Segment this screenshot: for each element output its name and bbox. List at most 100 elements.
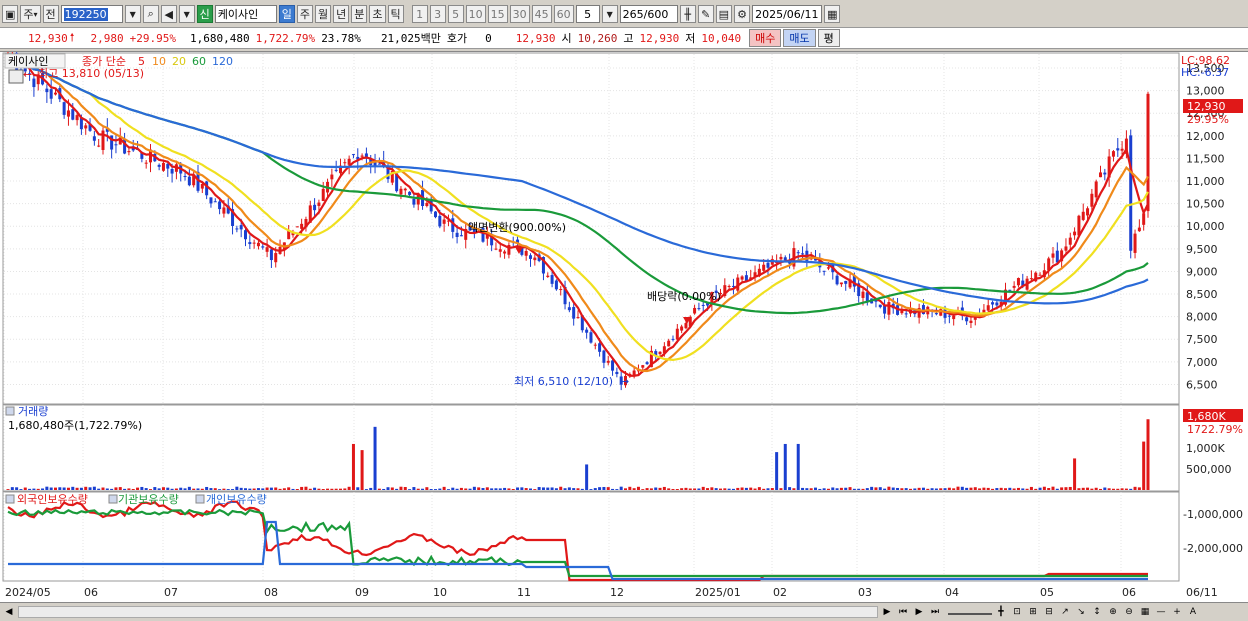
interval-45[interactable]: 45 [531, 5, 552, 23]
tab-month[interactable]: 월 [315, 5, 332, 23]
volume-bar [559, 486, 563, 490]
shin-button[interactable]: 신 [196, 5, 213, 23]
volume-bar [563, 488, 567, 490]
volume-bar [779, 488, 783, 490]
volume-bar [88, 487, 92, 490]
zoom-handle-icon[interactable]: ╋ [994, 605, 1008, 619]
interval-dropdown-icon[interactable]: ▼ [601, 5, 618, 23]
interval-15[interactable]: 15 [487, 5, 508, 23]
x-tick-label: 06 [1122, 586, 1136, 599]
tool-icon-9[interactable]: ▦ [1138, 605, 1152, 619]
buy-button[interactable]: 매수 [749, 29, 782, 47]
text-icon[interactable]: A [1186, 605, 1200, 619]
scroll-right-icon[interactable]: ▶ [880, 605, 894, 619]
date-field[interactable]: 2025/06/11 [752, 5, 823, 23]
tool-icon-8[interactable]: ⊖ [1122, 605, 1136, 619]
tab-tick[interactable]: 틱 [387, 5, 404, 23]
period-select[interactable]: 주 ▾ [20, 5, 41, 23]
candle-icon[interactable]: ╫ [679, 5, 696, 23]
layout-icon[interactable]: ▣ [2, 5, 19, 23]
interval-30[interactable]: 30 [509, 5, 530, 23]
up-arrow-icon: 🠕 [69, 30, 75, 44]
volume-bar [606, 487, 610, 490]
speaker-dropdown-icon[interactable]: ▼ [178, 5, 195, 23]
price-tick-label: 7,500 [1186, 333, 1218, 346]
draw-icon[interactable]: ✎ [697, 5, 714, 23]
interval-input[interactable]: 5 [575, 5, 600, 23]
tool-icon-3[interactable]: ⊟ [1042, 605, 1056, 619]
gear-icon[interactable]: ⚙ [734, 5, 751, 23]
volume-bar [321, 489, 325, 490]
interval-1[interactable]: 1 [411, 5, 428, 23]
volume-bar [261, 488, 265, 490]
chart-area[interactable]: 13,500 13,000 12,500 12,000 11,500 11,000 10,5… [0, 51, 1248, 602]
zoom-out-icon[interactable]: — [1154, 605, 1168, 619]
eval-button[interactable]: 평 [817, 29, 840, 47]
volume-bar [136, 487, 140, 490]
stock-name-field[interactable]: 케이사인 [214, 5, 277, 23]
interval-3[interactable]: 3 [429, 5, 446, 23]
count-field[interactable]: 265/600 [619, 5, 678, 23]
price-tick-label: 9,500 [1186, 243, 1218, 256]
tab-week[interactable]: 주 [296, 5, 314, 23]
volume-bar [226, 489, 230, 490]
volume-bar [282, 488, 286, 490]
zoom-in-icon[interactable]: + [1170, 605, 1184, 619]
interval-10[interactable]: 10 [465, 5, 486, 23]
volume-bar [36, 488, 40, 490]
candle-body [995, 302, 999, 306]
interval-60[interactable]: 60 [553, 5, 574, 23]
tab-minute[interactable]: 분 [351, 5, 368, 23]
candle-body [351, 154, 355, 156]
code-input[interactable]: 192250 [60, 5, 123, 23]
tab-second[interactable]: 초 [369, 5, 386, 23]
volume-panel[interactable] [2, 404, 1180, 492]
holding-legend-icon-2 [108, 494, 118, 504]
candle-body [861, 291, 865, 298]
zoom-slider[interactable] [948, 609, 992, 615]
tool-icon-7[interactable]: ⊕ [1106, 605, 1120, 619]
code-dropdown-icon[interactable]: ▼ [124, 5, 141, 23]
volume-bar [507, 488, 511, 490]
tab-year[interactable]: 년 [333, 5, 350, 23]
volume-bar [1068, 486, 1072, 490]
last-icon[interactable]: ⏭ [928, 605, 942, 619]
speaker-icon[interactable]: ◀ [160, 5, 177, 23]
save-icon[interactable]: ▤ [715, 5, 733, 23]
x-tick-label: 04 [945, 586, 959, 599]
calendar-icon[interactable]: ▦ [824, 5, 841, 23]
bottom-bar: ◀ ▶ ⏮ ▶ ⏭ ╋ ⊡ ⊞ ⊟ ↗ ↘ ↕ ⊕ ⊖ ▦ — + A [0, 602, 1248, 621]
tool-icon-4[interactable]: ↗ [1058, 605, 1072, 619]
candle-body [373, 162, 377, 166]
volume-bar [347, 486, 351, 490]
scroll-track[interactable] [18, 606, 878, 618]
candle-body [986, 305, 990, 311]
first-icon[interactable]: ⏮ [896, 605, 910, 619]
tool-icon-1[interactable]: ⊡ [1010, 605, 1024, 619]
candle-body [295, 226, 299, 228]
tool-icon-2[interactable]: ⊞ [1026, 605, 1040, 619]
volume-bar [529, 488, 532, 490]
scroll-left-icon[interactable]: ◀ [2, 605, 16, 619]
volume-bar [943, 488, 947, 490]
volume-bar [1086, 487, 1090, 490]
volume-bar [66, 487, 70, 490]
search-icon[interactable]: ⌕ [142, 5, 159, 23]
volume-bar [153, 487, 157, 490]
legend-inst: 기관보유수량 [118, 493, 179, 506]
candle-body [878, 304, 882, 308]
interval-5[interactable]: 5 [447, 5, 464, 23]
chart-menu-icon[interactable] [8, 69, 24, 84]
prev-button[interactable]: 전 [42, 5, 59, 23]
volume-bar [602, 486, 606, 490]
candle-body [1103, 172, 1107, 175]
volume-bar [546, 487, 550, 490]
sell-button[interactable]: 매도 [783, 29, 816, 47]
play-icon[interactable]: ▶ [912, 605, 926, 619]
chart-svg[interactable]: 13,50013,00012,50012,00011,50011,00010,5… [0, 52, 1248, 603]
volume-bar [675, 489, 679, 490]
low-label: 저 [685, 32, 696, 45]
tool-icon-6[interactable]: ↕ [1090, 605, 1104, 619]
tool-icon-5[interactable]: ↘ [1074, 605, 1088, 619]
tab-day[interactable]: 일 [278, 5, 295, 23]
